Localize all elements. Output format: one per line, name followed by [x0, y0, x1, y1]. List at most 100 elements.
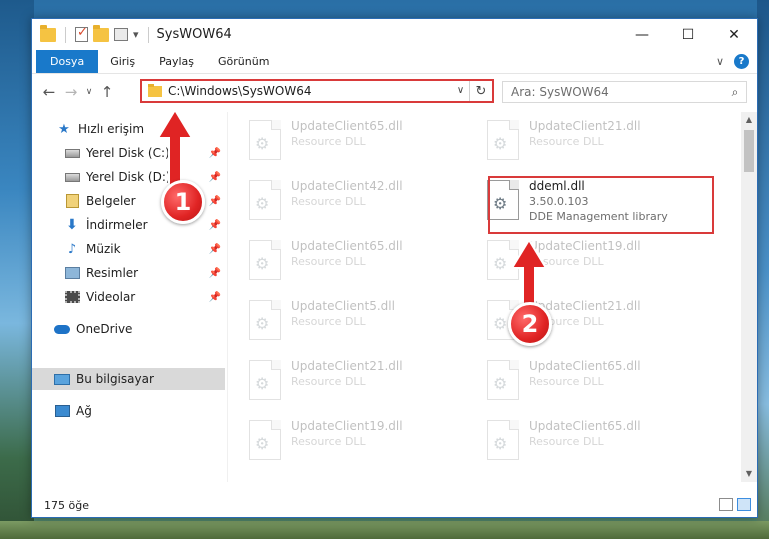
address-bar[interactable]: C:\Windows\SysWOW64 ∨ ↻	[140, 79, 494, 103]
pin-icon[interactable]: 📌	[209, 148, 221, 159]
gear-icon: ⚙	[255, 254, 270, 273]
dll-file-icon: ⚙	[249, 240, 281, 280]
gear-icon: ⚙	[255, 434, 270, 453]
sidebar-item-local-disk-c[interactable]: Yerel Disk (C:) 📌	[32, 142, 225, 164]
file-explorer-window: ▾ SysWOW64 — ☐ ✕ Dosya Giriş Paylaş Görü…	[31, 18, 758, 518]
sidebar-item-network[interactable]: Ağ	[32, 400, 225, 422]
pin-icon[interactable]: 📌	[209, 196, 221, 207]
desktop-background-left	[0, 0, 34, 539]
gear-icon: ⚙	[493, 374, 508, 393]
sidebar-item-videos[interactable]: Videolar 📌	[32, 286, 225, 308]
gear-icon: ⚙	[255, 194, 270, 213]
details-view-icon[interactable]	[719, 498, 733, 511]
gear-icon: ⚙	[493, 314, 508, 333]
dll-file-icon: ⚙	[249, 120, 281, 160]
scrollbar-thumb[interactable]	[744, 130, 754, 172]
file-item[interactable]: ⚙ UpdateClient5.dll Resource DLL	[229, 296, 449, 352]
pin-icon[interactable]: 📌	[209, 268, 221, 279]
pin-icon[interactable]: 📌	[209, 172, 221, 183]
gear-icon: ⚙	[493, 254, 508, 273]
gear-icon: ⚙	[493, 134, 508, 153]
hard-disk-icon	[64, 148, 80, 158]
tab-file[interactable]: Dosya	[36, 50, 99, 73]
documents-icon	[65, 194, 79, 208]
sidebar-item-pictures[interactable]: Resimler 📌	[32, 262, 225, 284]
search-box[interactable]: ⌕	[502, 81, 747, 103]
highlight-box-ddeml	[488, 176, 714, 234]
file-item[interactable]: ⚙ UpdateClient65.dll Resource DLL	[467, 416, 687, 472]
file-item[interactable]: ⚙ UpdateClient65.dll Resource DLL	[467, 356, 687, 412]
folder-icon	[40, 24, 56, 42]
step-2-badge: 2	[508, 302, 552, 346]
properties-check-icon[interactable]	[75, 25, 88, 42]
tab-share[interactable]: Paylaş	[147, 50, 206, 73]
dll-file-icon: ⚙	[249, 180, 281, 220]
minimize-button[interactable]: —	[619, 19, 665, 50]
annotation-arrow-1	[156, 108, 194, 187]
back-button[interactable]: ←	[38, 83, 60, 101]
refresh-button[interactable]: ↻	[470, 84, 492, 99]
gear-icon: ⚙	[255, 314, 270, 333]
expand-ribbon-icon[interactable]: ∨	[716, 55, 724, 68]
item-count: 175 öğe	[44, 498, 89, 512]
sidebar-item-this-pc[interactable]: Bu bilgisayar	[32, 368, 225, 390]
new-folder-icon[interactable]	[93, 24, 109, 42]
gear-icon: ⚙	[493, 434, 508, 453]
file-item[interactable]: ⚙ UpdateClient21.dll Resource DLL	[467, 296, 687, 352]
file-item[interactable]: ⚙ UpdateClient42.dll Resource DLL	[229, 176, 449, 232]
sidebar-item-quick-access[interactable]: ★ Hızlı erişim	[32, 118, 225, 140]
window-controls: — ☐ ✕	[619, 19, 757, 50]
recent-locations-button[interactable]: ∨	[82, 87, 96, 97]
step-1-badge: 1	[161, 180, 205, 224]
pin-icon[interactable]: 📌	[209, 292, 221, 303]
file-item[interactable]: ⚙ UpdateClient19.dll Resource DLL	[229, 416, 449, 472]
dll-file-icon: ⚙	[487, 120, 519, 160]
pin-icon[interactable]: 📌	[209, 244, 221, 255]
file-list: ⚙ UpdateClient65.dll Resource DLL ⚙ Updat…	[229, 112, 741, 482]
customize-toolbar-icon[interactable]	[114, 28, 128, 41]
address-path[interactable]: C:\Windows\SysWOW64	[168, 84, 452, 98]
quick-access-toolbar: ▾	[32, 24, 153, 43]
tab-home[interactable]: Giriş	[98, 50, 147, 73]
sidebar-item-music[interactable]: ♪ Müzik 📌	[32, 238, 225, 260]
gear-icon: ⚙	[255, 134, 270, 153]
sidebar-item-label: İndirmeler	[86, 218, 148, 232]
desktop-background-right	[757, 0, 769, 539]
file-item[interactable]: ⚙ UpdateClient65.dll Resource DLL	[229, 116, 449, 172]
address-dropdown-button[interactable]: ∨	[452, 81, 470, 101]
sidebar-item-label: Videolar	[86, 290, 136, 304]
search-icon[interactable]: ⌕	[724, 85, 746, 100]
toolbar-dropdown-icon[interactable]: ▾	[133, 28, 139, 41]
title-bar[interactable]: ▾ SysWOW64 — ☐ ✕	[32, 19, 757, 50]
vertical-scrollbar[interactable]: ▲ ▼	[741, 112, 757, 482]
computer-icon	[54, 373, 70, 385]
file-item[interactable]: ⚙ UpdateClient21.dll Resource DLL	[229, 356, 449, 412]
sidebar-item-label: Resimler	[86, 266, 139, 280]
sidebar-item-label: Müzik	[86, 242, 121, 256]
tiles-view-icon[interactable]	[737, 498, 751, 511]
navigation-pane: ★ Hızlı erişim Yerel Disk (C:) 📌 Yerel D…	[32, 112, 228, 482]
close-button[interactable]: ✕	[711, 19, 757, 50]
music-icon: ♪	[67, 241, 77, 257]
star-icon: ★	[58, 121, 70, 137]
folder-icon	[148, 83, 162, 97]
up-button[interactable]: ↑	[96, 83, 118, 101]
scroll-up-icon[interactable]: ▲	[741, 112, 757, 128]
pictures-icon	[64, 267, 80, 279]
maximize-button[interactable]: ☐	[665, 19, 711, 50]
sidebar-item-label: Ağ	[76, 404, 92, 418]
hard-disk-icon	[64, 172, 80, 182]
tab-view[interactable]: Görünüm	[206, 50, 281, 73]
ribbon-right-controls: ∨ ?	[716, 50, 757, 73]
file-item[interactable]: ⚙ UpdateClient65.dll Resource DLL	[229, 236, 449, 292]
help-icon[interactable]: ?	[734, 54, 749, 69]
pin-icon[interactable]: 📌	[209, 220, 221, 231]
forward-button[interactable]: →	[60, 83, 82, 101]
view-toggle	[719, 498, 751, 511]
file-item[interactable]: ⚙ UpdateClient19.dll Resource DLL	[467, 236, 687, 292]
file-item[interactable]: ⚙ UpdateClient21.dll Resource DLL	[467, 116, 687, 172]
sidebar-item-onedrive[interactable]: OneDrive	[32, 318, 225, 340]
search-input[interactable]	[511, 85, 724, 99]
sidebar-item-label: Bu bilgisayar	[76, 372, 154, 386]
scroll-down-icon[interactable]: ▼	[741, 466, 757, 482]
